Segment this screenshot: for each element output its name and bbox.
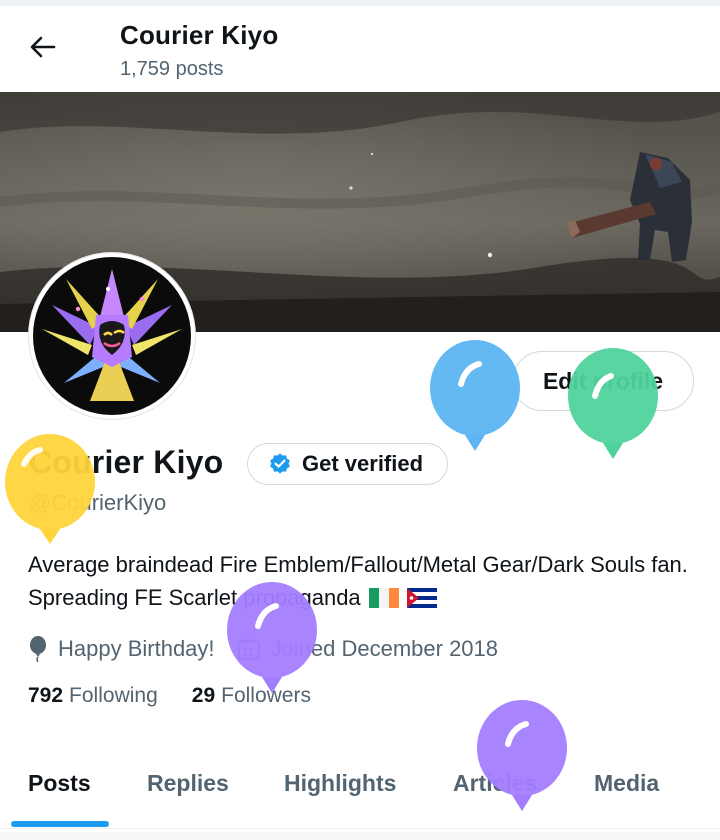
avatar-image — [33, 257, 191, 415]
tab-replies[interactable]: Replies — [147, 770, 229, 797]
back-button[interactable] — [26, 30, 60, 64]
ireland-flag-icon — [368, 584, 399, 617]
blue-balloon-decoration — [430, 340, 520, 451]
avatar[interactable] — [29, 253, 195, 419]
profile-header: Courier Kiyo 1,759 posts — [0, 6, 720, 92]
following-label: Following — [69, 684, 158, 707]
verified-badge-icon — [270, 453, 290, 474]
tab-articles[interactable]: Articles — [453, 770, 537, 797]
header-display-name: Courier Kiyo — [120, 20, 279, 50]
calendar-icon — [237, 638, 260, 660]
profile-bio: Average braindead Fire Emblem/Fallout/Me… — [28, 548, 698, 617]
followers-label: Followers — [221, 684, 311, 707]
bio-text: Average braindead Fire Emblem/Fallout/Me… — [28, 552, 688, 610]
get-verified-button[interactable]: Get verified — [247, 443, 448, 485]
follow-stats: 792 Following 29 Followers — [28, 684, 311, 708]
active-tab-indicator — [11, 821, 109, 827]
profile-meta: Happy Birthday! Joined December 2018 — [28, 632, 520, 666]
birthday-text: Happy Birthday! — [58, 636, 215, 661]
profile-handle: @CourierKiyo — [29, 490, 167, 515]
cuba-flag-icon — [406, 584, 437, 617]
get-verified-label: Get verified — [302, 451, 424, 476]
following-count: 792 — [28, 684, 64, 707]
edit-profile-button[interactable]: Edit profile — [512, 351, 694, 411]
joined-item: Joined December 2018 — [237, 636, 498, 662]
arrow-left-icon — [30, 36, 56, 58]
profile-tabs: Posts Replies Highlights Articles Media — [0, 758, 720, 829]
tab-media[interactable]: Media — [594, 770, 659, 797]
joined-text: Joined December 2018 — [270, 636, 499, 661]
birthday-item: Happy Birthday! — [28, 636, 215, 662]
header-posts-count: 1,759 posts — [120, 58, 224, 80]
tab-highlights[interactable]: Highlights — [284, 770, 396, 797]
following-link[interactable]: 792 Following — [28, 684, 158, 708]
tab-posts[interactable]: Posts — [28, 770, 91, 797]
content-divider — [0, 832, 720, 840]
balloon-icon — [30, 636, 46, 662]
followers-count: 29 — [191, 684, 216, 707]
followers-link[interactable]: 29 Followers — [192, 684, 311, 708]
profile-display-name: Courier Kiyo — [29, 444, 224, 480]
